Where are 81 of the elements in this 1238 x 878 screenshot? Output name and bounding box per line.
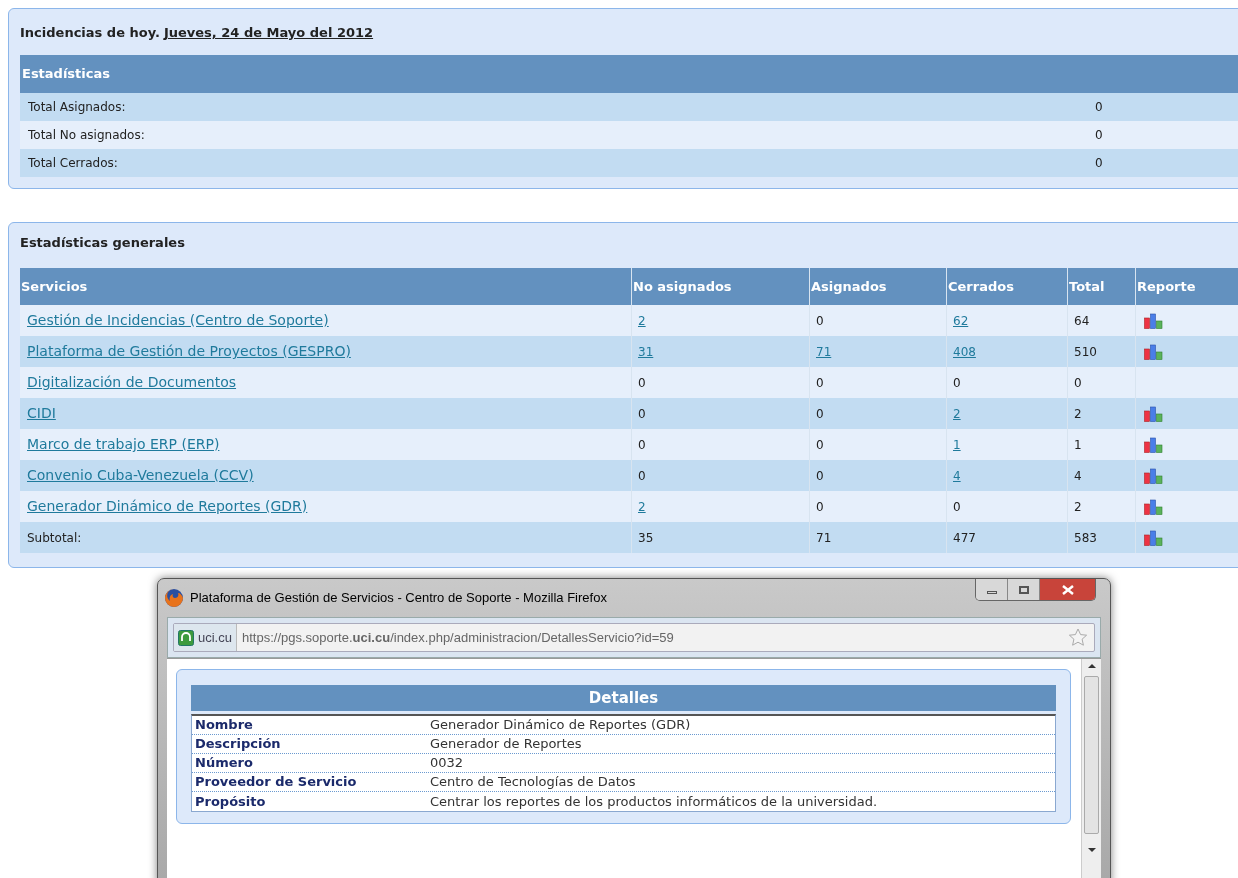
- table-link[interactable]: Generador Dinámico de Reportes (GDR): [27, 498, 308, 514]
- table-link[interactable]: 71: [813, 342, 832, 361]
- window-title: Plataforma de Gestión de Servicios - Centro de Soporte - Mozilla Firefox: [190, 589, 607, 608]
- table-cell-text: 510: [1073, 343, 1097, 361]
- table-cell-text: 0: [637, 436, 646, 454]
- table-link[interactable]: 2: [950, 404, 961, 423]
- bar-chart-icon[interactable]: [1144, 343, 1163, 360]
- table-cell-text: 35: [637, 529, 654, 547]
- table-cell-text: 0: [637, 374, 646, 392]
- column-header: Servicios: [20, 277, 89, 296]
- maximize-button[interactable]: [1008, 579, 1040, 600]
- date-link[interactable]: Jueves, 24 de Mayo del 2012: [163, 23, 374, 41]
- table-link[interactable]: 1: [950, 435, 961, 454]
- table-cell-text: 0: [637, 405, 646, 423]
- table-link[interactable]: CIDI: [27, 405, 56, 421]
- detail-value: Generador Dinámico de Reportes (GDR): [430, 716, 691, 735]
- table-cell-text: 64: [1073, 312, 1090, 330]
- bar-chart-icon[interactable]: [1144, 405, 1163, 422]
- table-link[interactable]: 62: [950, 311, 969, 330]
- detail-label: Descripción: [194, 735, 282, 754]
- table-cell-text: 0: [815, 374, 824, 392]
- table-cell-text: 4: [1073, 467, 1082, 485]
- bar-chart-icon[interactable]: [1144, 436, 1163, 453]
- table-cell-text: 0: [1073, 374, 1082, 392]
- table-cell-text: 477: [952, 529, 976, 547]
- detail-label: Propósito: [194, 792, 267, 811]
- detail-value: Centrar los reportes de los productos informáticos de la universidad.: [430, 792, 878, 811]
- table-link[interactable]: Digitalización de Documentos: [27, 374, 237, 390]
- table-cell-text: 583: [1073, 529, 1097, 547]
- detail-label: Nombre: [194, 716, 254, 735]
- table-header: Estadísticas: [20, 55, 1238, 93]
- table-link[interactable]: Plataforma de Gestión de Proyectos (GESPRO): [27, 343, 351, 359]
- close-icon: [1061, 584, 1074, 595]
- table-cell-text: 0: [815, 467, 824, 485]
- table-cell-text: 0: [952, 498, 961, 516]
- detail-label: Proveedor de Servicio: [194, 773, 358, 792]
- site-identity: uci.cu: [198, 628, 232, 647]
- table-link[interactable]: Marco de trabajo ERP (ERP): [27, 436, 220, 452]
- url-text: https://pgs.soporte.uci.cu/index.php/administracion/DetallesServicio?id=59: [241, 628, 674, 647]
- table-cell-text: 0: [815, 405, 824, 423]
- table-cell-text: Total Asignados:: [27, 99, 127, 116]
- table-cell: Subtotal:: [27, 530, 82, 545]
- table-cell-text: 0: [1094, 155, 1103, 172]
- table-cell-text: Total No asignados:: [27, 127, 146, 144]
- table-link[interactable]: 2: [635, 311, 646, 330]
- scrollbar[interactable]: [1081, 659, 1101, 878]
- site-identity-icon: [178, 629, 194, 646]
- panel-title: Estadísticas generales: [20, 234, 186, 252]
- table-link[interactable]: 31: [635, 342, 654, 361]
- table-cell-text: 0: [1094, 99, 1103, 116]
- bar-chart-icon[interactable]: [1144, 498, 1163, 515]
- close-button[interactable]: [1040, 579, 1095, 600]
- table-cell-text: 2: [1073, 498, 1082, 516]
- table-cell-text: Total Cerrados:: [27, 155, 119, 172]
- details-header: Detalles: [191, 685, 1056, 711]
- table-cell-text: 0: [637, 467, 646, 485]
- table-link[interactable]: 408: [950, 342, 976, 361]
- table-cell-text: 0: [815, 312, 824, 330]
- bar-chart-icon[interactable]: [1144, 312, 1163, 329]
- table-cell-text: 71: [815, 529, 832, 547]
- table-link[interactable]: Gestión de Incidencias (Centro de Soporte): [27, 312, 329, 328]
- minimize-button[interactable]: [976, 579, 1008, 600]
- address-bar[interactable]: uci.cu https://pgs.soporte.uci.cu/index.php/administracion/DetallesServicio?id=59: [173, 623, 1095, 652]
- table-cell-text: 1: [1073, 436, 1082, 454]
- table-cell-text: 0: [1094, 127, 1103, 144]
- bar-chart-icon[interactable]: [1144, 529, 1163, 546]
- table-cell-text: 0: [952, 374, 961, 392]
- detail-value: Generador de Reportes: [430, 735, 582, 754]
- detail-value: 0032: [430, 754, 464, 773]
- browser-logo-icon: [164, 588, 184, 608]
- panel-title: Incidencias de hoy.: [20, 24, 160, 41]
- table-cell-text: 0: [815, 436, 824, 454]
- detail-label: Número: [194, 754, 254, 773]
- table-cell-text: 2: [1073, 405, 1082, 423]
- bar-chart-icon[interactable]: [1144, 467, 1163, 484]
- table-link[interactable]: 4: [950, 466, 961, 485]
- table-cell-text: 0: [815, 498, 824, 516]
- table-link[interactable]: 2: [635, 497, 646, 516]
- bookmark-star-icon[interactable]: [1068, 628, 1088, 647]
- table-link[interactable]: Convenio Cuba-Venezuela (CCV): [27, 467, 254, 483]
- detail-value: Centro de Tecnologías de Datos: [430, 773, 636, 792]
